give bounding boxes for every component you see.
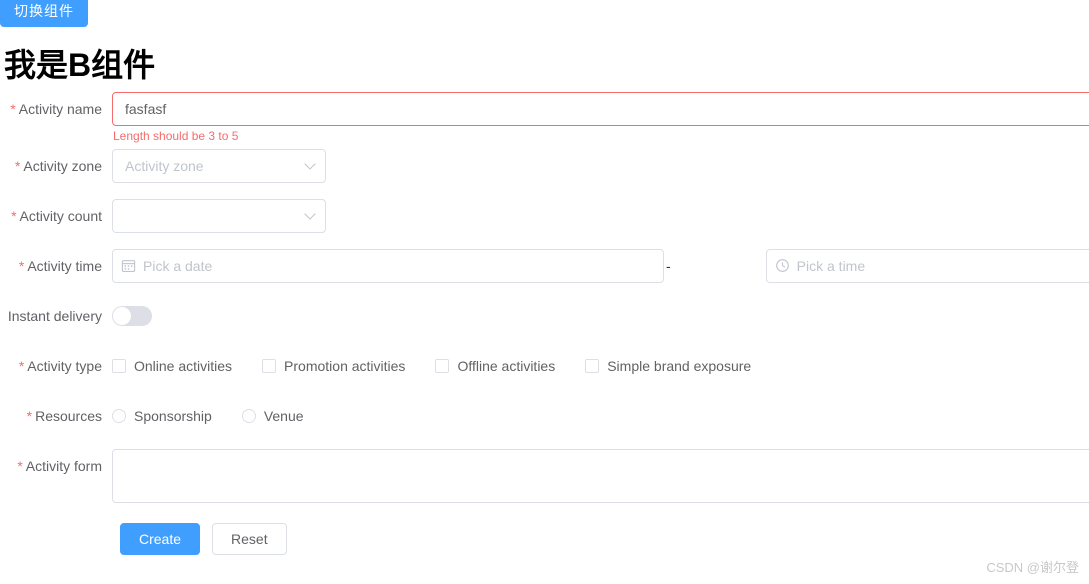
activity-date-picker[interactable]: [112, 249, 664, 283]
field-activity-form: [112, 449, 1089, 503]
field-activity-zone: [112, 149, 1089, 183]
checkbox-box-icon[interactable]: [112, 359, 126, 373]
label-instant-delivery: Instant delivery: [7, 308, 102, 324]
form-row-activity-time: * Activity time Pick a date - Pick a tim…: [0, 249, 1089, 283]
activity-form: *Activity name Length should be 3 to 5 *…: [0, 92, 1089, 555]
switch-component-button[interactable]: 切换组件: [0, 0, 88, 27]
resources-radio-group: Sponsorship Venue: [112, 399, 1089, 433]
required-asterisk: *: [10, 101, 16, 117]
label-activity-count: * Activity count: [11, 208, 102, 224]
checkbox-promotion-activities[interactable]: Promotion activities: [262, 358, 405, 374]
form-row-activity-zone: * Activity zone: [0, 149, 1089, 183]
form-row-activity-type: * Activity type Online activities Promoti…: [0, 349, 1089, 383]
label-activity-time: * Activity time: [18, 258, 102, 274]
label-activity-zone: * Activity zone: [14, 158, 102, 174]
activity-time-input[interactable]: [765, 249, 1089, 283]
radio-sponsorship[interactable]: Sponsorship: [112, 408, 212, 424]
radio-label: Venue: [263, 408, 304, 424]
activity-count-select-input[interactable]: [112, 199, 326, 233]
checkbox-box-icon[interactable]: [435, 359, 450, 373]
required-asterisk: *: [18, 258, 25, 274]
field-instant-delivery: [112, 299, 1089, 326]
checkbox-label: Simple brand exposure: [607, 358, 752, 374]
checkbox-online-activities[interactable]: Online activities: [112, 358, 232, 374]
checkbox-label: Offline activities: [457, 358, 556, 374]
label-activity-form: * Activity form: [17, 458, 102, 474]
checkbox-box-icon[interactable]: [262, 359, 277, 373]
required-asterisk: *: [11, 208, 17, 224]
field-resources: Sponsorship Venue: [112, 399, 1089, 433]
activity-date-input[interactable]: [112, 249, 664, 283]
label-activity-name: * Activity name: [10, 101, 102, 117]
label-activity-type: * Activity type: [18, 358, 102, 374]
checkbox-label: Online activities: [134, 358, 233, 374]
form-row-instant-delivery: Instant delivery: [0, 299, 1089, 333]
activity-zone-select-input[interactable]: [112, 149, 326, 183]
label-resources: * Resources: [26, 408, 102, 424]
form-row-resources: * Resources Sponsorship Venue: [0, 399, 1089, 433]
form-row-activity-name: *Activity name Length should be 3 to 5: [0, 92, 1089, 145]
reset-button[interactable]: Reset: [212, 523, 287, 555]
field-activity-time: -: [112, 249, 1089, 283]
watermark: CSDN @谢尔登: [986, 560, 1079, 575]
activity-name-input[interactable]: [112, 92, 1089, 126]
datetime-picker-group: -: [112, 249, 1089, 283]
datetime-separator: -: [666, 258, 671, 274]
activity-zone-select[interactable]: [112, 149, 326, 183]
activity-type-checkbox-group: Online activities Promotion activities O…: [112, 349, 1089, 383]
form-actions: Create Reset: [0, 523, 1089, 555]
required-asterisk: *: [26, 408, 33, 424]
required-asterisk: *: [14, 158, 21, 174]
checkbox-box-icon[interactable]: [585, 359, 600, 373]
activity-count-select[interactable]: [112, 199, 326, 233]
required-asterisk: *: [18, 358, 25, 374]
activity-form-textarea[interactable]: [112, 449, 1089, 503]
page-title: 我是B组件: [4, 47, 156, 83]
activity-time-picker[interactable]: [765, 249, 1089, 283]
instant-delivery-toggle[interactable]: [112, 306, 152, 326]
required-asterisk: *: [17, 458, 23, 474]
radio-circle-icon[interactable]: [112, 409, 126, 423]
checkbox-label: Promotion activities: [284, 358, 406, 374]
activity-name-error: Length should be 3 to 5: [113, 129, 239, 143]
checkbox-offline-activities[interactable]: Offline activities: [435, 358, 555, 374]
radio-venue[interactable]: Venue: [241, 408, 304, 424]
create-button[interactable]: Create: [120, 523, 201, 555]
checkbox-simple-brand-exposure[interactable]: Simple brand exposure: [585, 358, 751, 374]
field-activity-name: Length should be 3 to 5: [112, 92, 1089, 145]
radio-circle-icon[interactable]: [241, 409, 256, 423]
radio-label: Sponsorship: [134, 408, 212, 424]
form-row-activity-form: * Activity form: [0, 449, 1089, 503]
field-activity-count: [112, 199, 1089, 233]
field-activity-type: Online activities Promotion activities O…: [112, 349, 1089, 383]
form-row-activity-count: * Activity count: [0, 199, 1089, 233]
